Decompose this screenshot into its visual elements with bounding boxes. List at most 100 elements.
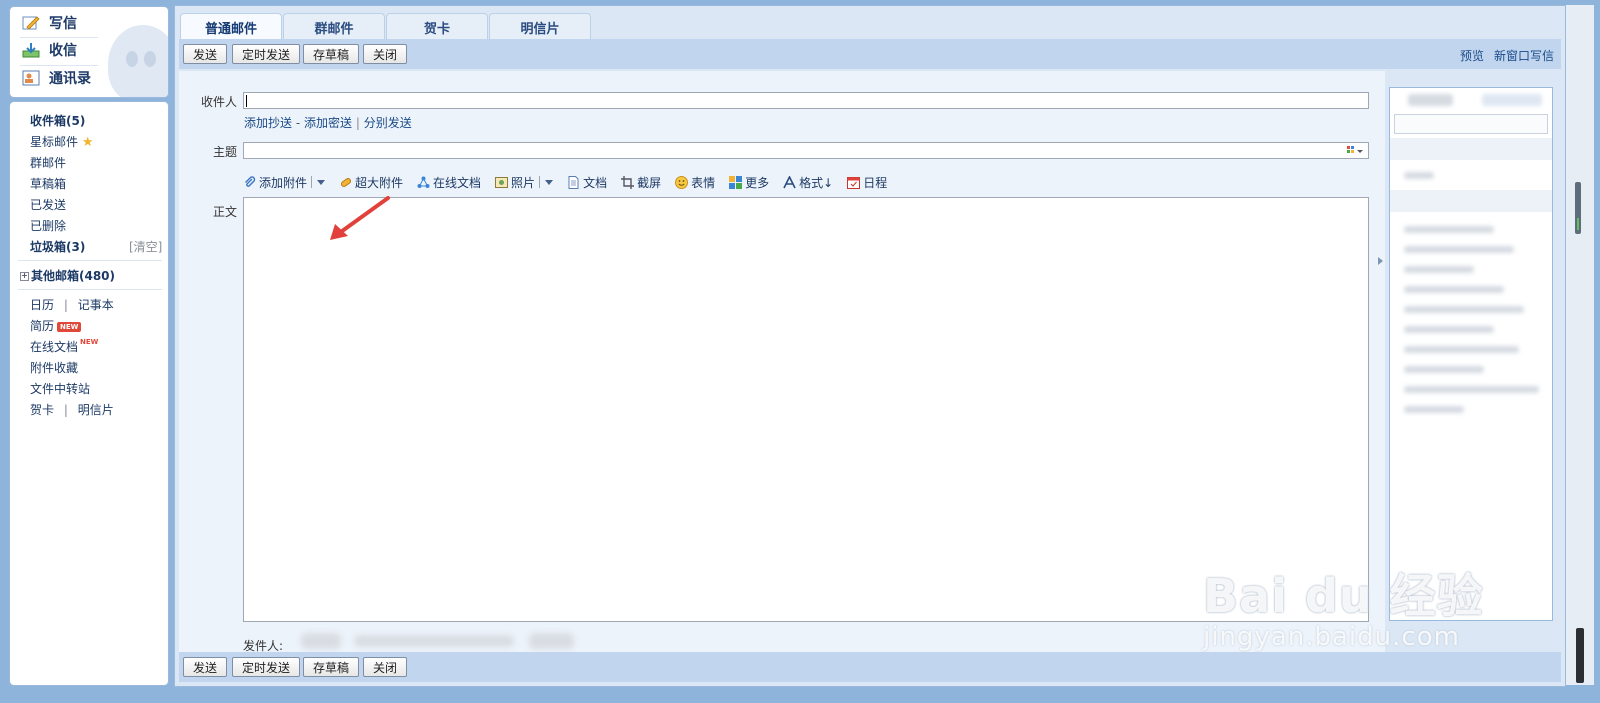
text-caret	[246, 95, 247, 107]
contacts-side-panel	[1389, 87, 1553, 621]
big-attachment-label: 超大附件	[355, 175, 404, 190]
link-divider: |	[63, 298, 68, 312]
add-attachment-button[interactable]: 添加附件	[243, 174, 326, 191]
add-bcc-link[interactable]: 添加密送	[304, 116, 352, 130]
scheduled-send-button[interactable]: 定时发送	[232, 44, 301, 64]
subject-input[interactable]	[243, 142, 1369, 159]
photo-dropdown-icon[interactable]	[545, 179, 554, 185]
send-button[interactable]: 发送	[183, 657, 228, 677]
preview-link[interactable]: 预览	[1460, 47, 1484, 64]
photo-button[interactable]: 照片	[495, 174, 554, 191]
folder-group[interactable]: 群邮件	[30, 154, 66, 171]
document-button[interactable]: 文档	[567, 174, 607, 191]
side-search-box[interactable]	[1394, 114, 1548, 134]
document-label: 文档	[583, 175, 608, 190]
write-mail-button[interactable]: 写信	[22, 12, 77, 34]
emoticon-button[interactable]: 表情	[675, 174, 715, 191]
folder-deleted[interactable]: 已删除	[30, 217, 66, 234]
folder-divider	[18, 260, 162, 261]
blurred-item	[1404, 366, 1484, 373]
large-paperclip-icon	[340, 177, 352, 187]
attachment-dropdown-icon[interactable]	[317, 179, 326, 185]
greeting-card-link[interactable]: 贺卡	[30, 403, 54, 417]
crop-screenshot-icon	[621, 175, 635, 189]
tools-row-cards: 贺卡 | 明信片	[30, 401, 114, 418]
scrollbar-thumb-bottom[interactable]	[1576, 628, 1584, 683]
sidebar-toggle-icon[interactable]	[1378, 257, 1383, 265]
tab-greeting-card[interactable]: 贺卡	[386, 13, 488, 40]
receive-mail-button[interactable]: 收信	[22, 39, 77, 61]
grid-apps-icon	[729, 175, 743, 189]
folder-starred-label: 星标邮件	[30, 135, 79, 149]
calendar-icon	[847, 176, 861, 189]
subject-style-dropdown-icon[interactable]	[1347, 146, 1365, 156]
schedule-button[interactable]: 日程	[847, 174, 887, 191]
close-button[interactable]: 关闭	[363, 44, 408, 64]
notebook-link[interactable]: 记事本	[78, 298, 114, 312]
resume-link[interactable]: 简历 NEW	[30, 317, 82, 334]
clear-spam-link[interactable]: [清空]	[129, 238, 162, 255]
calendar-link[interactable]: 日历	[30, 298, 54, 312]
more-label: 更多	[745, 175, 770, 190]
body-editor[interactable]	[243, 196, 1369, 622]
share-nodes-icon	[417, 176, 430, 188]
tool-divider	[311, 176, 313, 188]
file-transfer-link[interactable]: 文件中转站	[30, 380, 90, 397]
postcard-link[interactable]: 明信片	[78, 403, 114, 417]
blurred-sender-name	[301, 633, 341, 649]
contacts-label: 通讯录	[49, 71, 91, 87]
tab-postcard[interactable]: 明信片	[489, 13, 591, 40]
pencil-icon	[22, 16, 40, 30]
scheduled-send-button[interactable]: 定时发送	[232, 657, 301, 677]
expand-plus-icon[interactable]: +	[20, 272, 29, 281]
folder-sent[interactable]: 已发送	[30, 196, 66, 213]
save-draft-button[interactable]: 存草稿	[303, 44, 360, 64]
subject-label: 主题	[213, 145, 238, 159]
separate-send-link[interactable]: 分别发送	[364, 116, 412, 130]
recipient-input[interactable]	[243, 92, 1369, 109]
penguin-mascot-icon	[108, 25, 168, 97]
red-arrow-annotation	[330, 196, 390, 240]
folder-starred[interactable]: 星标邮件 ★	[30, 133, 94, 150]
screenshot-button[interactable]: 截屏	[621, 174, 661, 191]
online-doc-button[interactable]: 在线文档	[417, 174, 481, 191]
folder-spam[interactable]: 垃圾箱(3)	[30, 238, 85, 255]
editor-toolbar: 添加附件 超大附件 在线文档 照片 文档 截屏 表情 更多 格式↓ 日程	[243, 173, 901, 191]
online-docs-link[interactable]: 在线文档 NEW	[30, 338, 98, 355]
big-attachment-button[interactable]: 超大附件	[339, 174, 403, 191]
tool-divider	[539, 176, 541, 188]
folder-other-mailboxes[interactable]: + 其他邮箱(480)	[20, 267, 115, 284]
new-window-link[interactable]: 新窗口写信	[1494, 47, 1554, 64]
add-cc-link[interactable]: 添加抄送	[244, 116, 292, 130]
more-button[interactable]: 更多	[729, 174, 769, 191]
resume-label: 简历	[30, 319, 55, 333]
side-group-header	[1390, 138, 1552, 160]
side-group-header	[1390, 190, 1552, 212]
page-scrollbar[interactable]	[1566, 5, 1594, 685]
link-bar: |	[355, 116, 360, 130]
contacts-button[interactable]: 通讯录	[22, 67, 91, 89]
quick-actions-panel: 写信 收信 通讯录	[9, 6, 169, 98]
tab-group-mail[interactable]: 群邮件	[283, 13, 385, 40]
link-dash: -	[295, 116, 301, 130]
watermark-main-text: Bai du 经验	[1203, 569, 1484, 623]
body-label: 正文	[213, 205, 238, 219]
quick-divider	[20, 37, 98, 38]
folder-inbox[interactable]: 收件箱(5)	[30, 112, 85, 129]
blurred-item	[1482, 94, 1542, 106]
new-badge: NEW	[80, 338, 99, 346]
folder-drafts[interactable]: 草稿箱	[30, 175, 66, 192]
blurred-item	[1404, 266, 1474, 273]
save-draft-button[interactable]: 存草稿	[303, 657, 360, 677]
close-button[interactable]: 关闭	[363, 657, 408, 677]
blurred-item	[1404, 346, 1519, 353]
link-divider: |	[63, 403, 68, 417]
tab-normal-mail[interactable]: 普通邮件	[180, 13, 282, 41]
tools-row-calendar: 日历 | 记事本	[30, 296, 114, 313]
send-button[interactable]: 发送	[183, 44, 228, 64]
blurred-item	[1404, 406, 1464, 413]
font-format-icon	[783, 175, 796, 188]
address-book-icon	[22, 70, 40, 86]
format-button[interactable]: 格式↓	[783, 174, 833, 191]
attachment-favorites-link[interactable]: 附件收藏	[30, 359, 78, 376]
